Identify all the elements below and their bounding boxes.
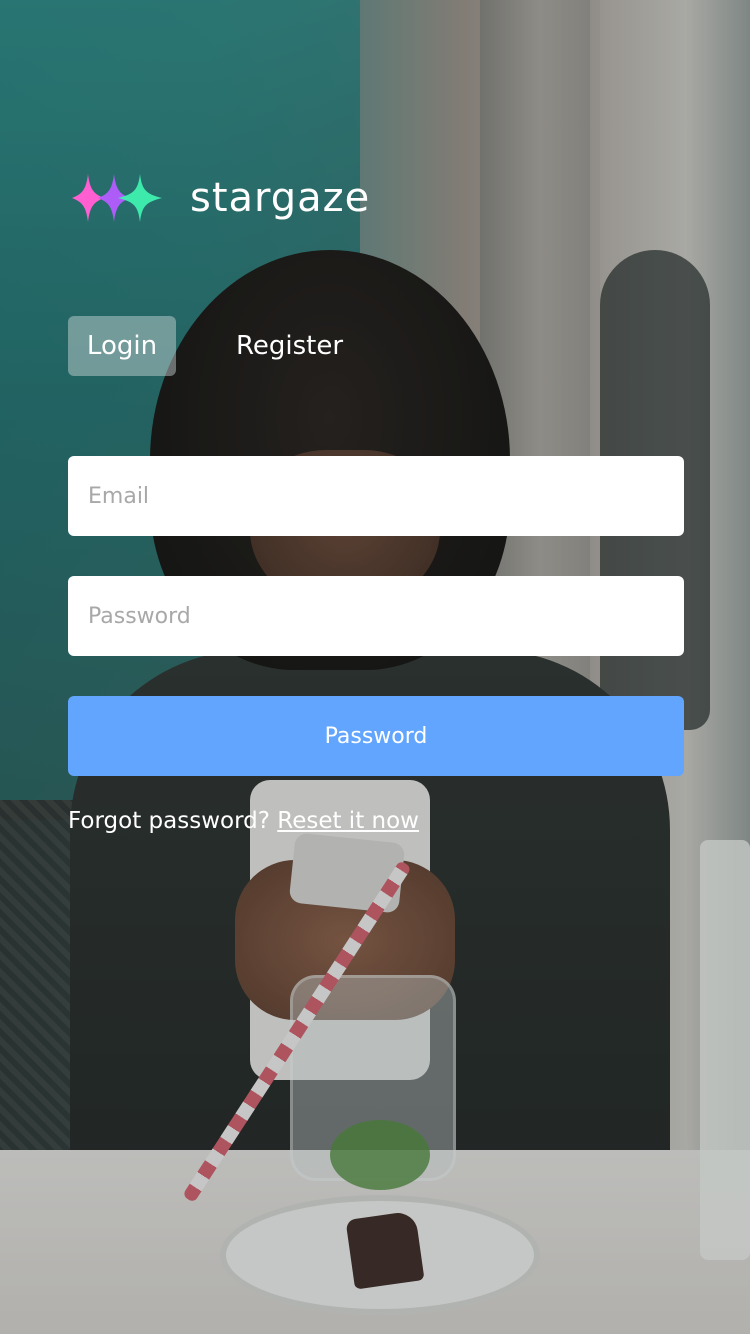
brand-name: stargaze <box>190 175 371 221</box>
tab-login[interactable]: Login <box>68 316 176 376</box>
submit-button-label: Password <box>324 723 428 749</box>
auth-tabs: Login Register <box>68 316 363 376</box>
tab-register-label: Register <box>236 331 344 361</box>
password-field[interactable] <box>68 576 684 656</box>
tab-register[interactable]: Register <box>216 316 363 376</box>
forgot-password-row: Forgot password? Reset it now <box>68 808 419 834</box>
stargaze-logo-icon <box>72 174 162 222</box>
brand-logo: stargaze <box>72 170 370 226</box>
tab-login-label: Login <box>86 331 158 361</box>
submit-button[interactable]: Password <box>68 696 684 776</box>
email-field[interactable] <box>68 456 684 536</box>
reset-password-link[interactable]: Reset it now <box>277 808 419 834</box>
forgot-password-text: Forgot password? <box>68 808 270 834</box>
